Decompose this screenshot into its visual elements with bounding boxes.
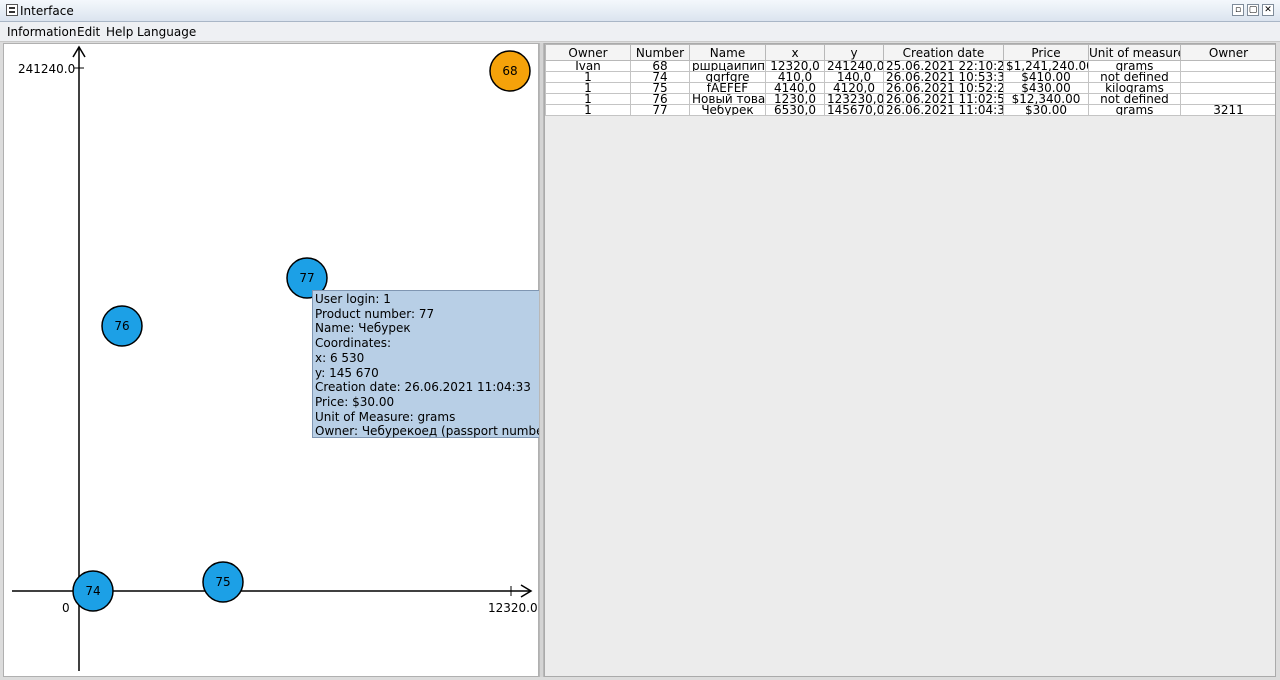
origin-label: 0 [62, 601, 70, 615]
column-header-unit[interactable]: Unit of measure [1088, 44, 1181, 61]
table-cell[interactable]: 1 [545, 82, 631, 94]
table-row[interactable]: Ivan 68 ршрцаипип 12320,0 241240,0 25.06… [545, 60, 1275, 72]
table-cell[interactable]: Чебурек [689, 104, 766, 116]
column-header-owner[interactable]: Owner [545, 44, 631, 61]
table-cell[interactable]: 1 [545, 104, 631, 116]
products-table[interactable]: Owner Number Name x y Creation date Pric… [545, 44, 1275, 116]
product-point-74[interactable]: 74 [72, 570, 114, 612]
table-cell[interactable]: 77 [630, 104, 690, 116]
table-cell[interactable]: $12,340.00 [1003, 93, 1089, 105]
table-cell[interactable]: ршрцаипип [689, 60, 766, 72]
table-cell[interactable]: Новый товар [689, 93, 766, 105]
tooltip-price: Price: $30.00 [315, 394, 395, 409]
menu-edit[interactable]: Edit [77, 25, 100, 39]
table-cell[interactable]: grams [1088, 104, 1181, 116]
table-row[interactable]: 1 75 fAEFEF 4140,0 4120,0 26.06.2021 10:… [545, 82, 1275, 94]
table-cell[interactable]: $410.00 [1003, 71, 1089, 83]
table-cell[interactable]: 6530,0 [765, 104, 825, 116]
product-point-68[interactable]: 68 [489, 50, 531, 92]
table-cell[interactable]: 4120,0 [824, 82, 884, 94]
table-cell[interactable]: 410,0 [765, 71, 825, 83]
table-cell[interactable]: 241240,0 [824, 60, 884, 72]
table-cell[interactable]: not defined [1088, 93, 1181, 105]
product-tooltip: User login: 1 Product number: 77 Name: Ч… [312, 290, 596, 439]
table-cell[interactable]: Ivan [545, 60, 631, 72]
table-cell[interactable]: fAEFEF [689, 82, 766, 94]
table-cell[interactable] [1180, 82, 1275, 94]
column-header-y[interactable]: y [824, 44, 884, 61]
tooltip-owner: Owner: Чебурекоед (passport number - 321… [315, 424, 596, 439]
table-cell[interactable]: 12320,0 [765, 60, 825, 72]
table-row[interactable]: 1 74 gqrfgre 410,0 140,0 26.06.2021 10:5… [545, 71, 1275, 83]
app-icon [6, 4, 18, 16]
table-cell[interactable]: 1 [545, 93, 631, 105]
table-cell[interactable]: 123230,0 [824, 93, 884, 105]
tooltip-coordinates-heading: Coordinates: [315, 336, 392, 351]
menu-bar: Information Edit Help Language [0, 22, 1280, 42]
column-header-creation-date[interactable]: Creation date [883, 44, 1004, 61]
table-cell[interactable]: $1,241,240.00 [1003, 60, 1089, 72]
maximize-icon[interactable]: ▢ [1247, 4, 1259, 16]
table-cell[interactable]: grams [1088, 60, 1181, 72]
close-icon[interactable]: ✕ [1262, 4, 1274, 16]
table-cell[interactable]: $430.00 [1003, 82, 1089, 94]
table-cell[interactable]: gqrfgre [689, 71, 766, 83]
table-cell[interactable]: 26.06.2021 10:53:33 [883, 71, 1004, 83]
minimize-icon[interactable]: ▫ [1232, 4, 1244, 16]
table-cell[interactable]: 74 [630, 71, 690, 83]
table-cell[interactable]: 75 [630, 82, 690, 94]
table-cell[interactable]: 1 [545, 71, 631, 83]
column-header-owner-2[interactable]: Owner [1180, 44, 1275, 61]
tooltip-unit: Unit of Measure: grams [315, 409, 456, 424]
table-cell[interactable] [1180, 93, 1275, 105]
tooltip-creation-date: Creation date: 26.06.2021 11:04:33 [315, 380, 531, 395]
tooltip-product-number: Product number: 77 [315, 306, 435, 321]
table-cell[interactable]: not defined [1088, 71, 1181, 83]
table-cell[interactable]: kilograms [1088, 82, 1181, 94]
products-table-pane[interactable]: Owner Number Name x y Creation date Pric… [544, 43, 1276, 677]
menu-information[interactable]: Information [7, 25, 76, 39]
table-cell[interactable]: 68 [630, 60, 690, 72]
tooltip-name: Name: Чебурек [315, 321, 411, 336]
table-cell[interactable]: 145670,0 [824, 104, 884, 116]
column-header-x[interactable]: x [765, 44, 825, 61]
product-point-75[interactable]: 75 [202, 561, 244, 603]
table-cell[interactable] [1180, 71, 1275, 83]
product-point-label: 75 [215, 575, 230, 589]
y-max-label: 241240.0 [18, 62, 75, 76]
table-cell[interactable]: 1230,0 [765, 93, 825, 105]
table-cell[interactable]: 3211 [1180, 104, 1275, 116]
table-cell[interactable]: $30.00 [1003, 104, 1089, 116]
table-header-row: Owner Number Name x y Creation date Pric… [545, 44, 1275, 61]
menu-help[interactable]: Help [106, 25, 133, 39]
product-point-label: 76 [114, 319, 129, 333]
window-title: Interface [20, 4, 74, 18]
title-bar: Interface ▫ ▢ ✕ [0, 0, 1280, 22]
column-header-number[interactable]: Number [630, 44, 690, 61]
table-cell[interactable]: 25.06.2021 22:10:23 [883, 60, 1004, 72]
table-cell[interactable]: 140,0 [824, 71, 884, 83]
product-point-label: 68 [502, 64, 517, 78]
column-header-name[interactable]: Name [689, 44, 766, 61]
table-cell[interactable]: 26.06.2021 11:04:33 [883, 104, 1004, 116]
table-cell[interactable]: 4140,0 [765, 82, 825, 94]
product-point-label: 77 [299, 271, 314, 285]
tooltip-x: x: 6 530 [315, 350, 365, 365]
table-cell[interactable]: 26.06.2021 10:52:29 [883, 82, 1004, 94]
product-point-label: 74 [85, 584, 100, 598]
table-row[interactable]: 1 77 Чебурек 6530,0 145670,0 26.06.2021 … [545, 104, 1275, 116]
table-cell[interactable]: 26.06.2021 11:02:52 [883, 93, 1004, 105]
table-cell[interactable]: 76 [630, 93, 690, 105]
table-row[interactable]: 1 76 Новый товар 1230,0 123230,0 26.06.2… [545, 93, 1275, 105]
tooltip-y: y: 145 670 [315, 365, 379, 380]
product-point-76[interactable]: 76 [101, 305, 143, 347]
x-max-label: 12320.0 [488, 601, 538, 615]
tooltip-user-login: User login: 1 [315, 292, 391, 306]
menu-language[interactable]: Language [137, 25, 196, 39]
table-cell[interactable] [1180, 60, 1275, 72]
column-header-price[interactable]: Price [1003, 44, 1089, 61]
